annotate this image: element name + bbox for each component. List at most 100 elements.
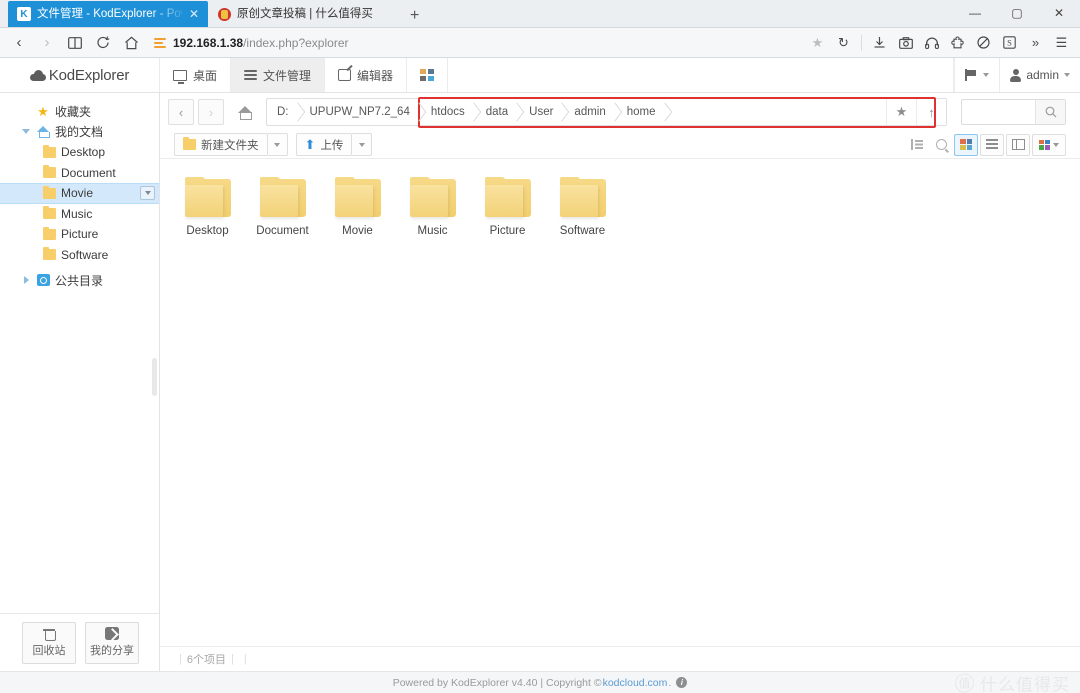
- new-folder-dropdown[interactable]: [267, 133, 288, 156]
- chevron-down-icon[interactable]: [18, 129, 34, 135]
- extension-icon[interactable]: [945, 31, 970, 55]
- folder-icon: [184, 177, 231, 217]
- breadcrumb-item-htdocs[interactable]: htdocs: [419, 99, 474, 125]
- upload-dropdown[interactable]: [352, 133, 373, 156]
- nav-editor-label: 编辑器: [357, 68, 394, 83]
- file-item[interactable]: Software: [545, 173, 620, 259]
- search-box[interactable]: [961, 99, 1066, 125]
- minimize-button[interactable]: —: [954, 0, 996, 27]
- folder-tree: ★ 收藏夹 我的文档 Desktop Document Movie Music …: [0, 93, 159, 613]
- my-shares-button[interactable]: 我的分享: [85, 621, 139, 664]
- address-bar[interactable]: 192.168.1.38/index.php?explorer: [146, 31, 803, 55]
- nav-file-manager[interactable]: 文件管理: [231, 58, 326, 92]
- search-icon[interactable]: [1035, 100, 1065, 124]
- status-bar: | 6个项目 | |: [160, 646, 1080, 671]
- favorite-icon[interactable]: ★: [886, 99, 916, 125]
- info-icon[interactable]: i: [676, 677, 688, 688]
- user-menu[interactable]: admin: [999, 58, 1080, 92]
- nav-desktop[interactable]: 桌面: [160, 58, 232, 92]
- browser-toolbar-icons: ★ ↻ S » ☰: [805, 31, 1074, 55]
- nav-home-button[interactable]: [228, 99, 262, 125]
- file-name: Desktop: [186, 225, 229, 237]
- chevron-down-icon: [983, 73, 990, 77]
- home-icon[interactable]: [118, 31, 144, 55]
- flag-icon: [965, 69, 978, 81]
- new-folder-button[interactable]: 新建文件夹: [174, 133, 268, 156]
- sidebar-item-public-dir[interactable]: 公共目录: [0, 270, 159, 291]
- nav-back-button[interactable]: ‹: [168, 99, 194, 125]
- sidebar-item-music[interactable]: Music: [0, 204, 159, 225]
- share-icon: [105, 627, 119, 640]
- zoom-icon[interactable]: [930, 134, 952, 155]
- s-badge-icon[interactable]: S: [997, 31, 1022, 55]
- bookmarks-icon[interactable]: [62, 31, 88, 55]
- file-item[interactable]: Music: [395, 173, 470, 259]
- sidebar-item-document[interactable]: Document: [0, 163, 159, 184]
- chevron-down-icon: [358, 142, 365, 147]
- back-icon[interactable]: ‹: [6, 31, 32, 55]
- file-item[interactable]: Document: [245, 173, 320, 259]
- kod-header: KodExplorer 桌面 文件管理 编辑器 admin: [0, 58, 1080, 93]
- svg-text:S: S: [1007, 38, 1012, 48]
- column-view-icon[interactable]: [1006, 133, 1030, 156]
- watermark-mark: 值: [955, 673, 974, 692]
- download-icon[interactable]: [867, 31, 892, 55]
- kod-logo[interactable]: KodExplorer: [0, 58, 160, 92]
- upload-label: 上传: [320, 139, 344, 152]
- new-folder-label: 新建文件夹: [201, 139, 259, 152]
- theme-icon[interactable]: [1032, 133, 1066, 156]
- nav-forward-button[interactable]: ›: [198, 99, 224, 125]
- window-controls: — ▢ ✕: [954, 0, 1080, 27]
- privacy-icon[interactable]: [971, 31, 996, 55]
- kodcloud-link[interactable]: kodcloud.com: [603, 677, 668, 689]
- reload-icon[interactable]: ↻: [831, 31, 856, 55]
- breadcrumb-item-drive[interactable]: D:: [267, 99, 298, 125]
- sidebar-item-desktop[interactable]: Desktop: [0, 142, 159, 163]
- main-panel: ‹ › D: UPUPW_NP7.2_64 htdocs data User a…: [160, 93, 1080, 671]
- sidebar: ★ 收藏夹 我的文档 Desktop Document Movie Music …: [0, 93, 160, 671]
- thumbnail-view-icon[interactable]: [954, 133, 978, 156]
- file-list[interactable]: Desktop Document Movie Music Picture Sof…: [160, 159, 1080, 646]
- upload-button[interactable]: ⬆ 上传: [295, 133, 353, 156]
- browser-tab-inactive[interactable]: 原创文章投稿 | 什么值得买: [208, 1, 398, 27]
- star-icon[interactable]: ★: [805, 31, 830, 55]
- menu-icon[interactable]: ☰: [1049, 31, 1074, 55]
- sidebar-item-software[interactable]: Software: [0, 245, 159, 266]
- sidebar-item-my-documents[interactable]: 我的文档: [0, 122, 159, 143]
- new-tab-button[interactable]: +: [398, 8, 431, 27]
- chevron-right-icon[interactable]: [18, 276, 34, 285]
- file-name: Software: [559, 225, 606, 237]
- forward-icon[interactable]: ›: [34, 31, 60, 55]
- maximize-button[interactable]: ▢: [996, 0, 1038, 27]
- list-view-icon[interactable]: [980, 133, 1004, 156]
- sidebar-scrollbar[interactable]: [152, 358, 157, 396]
- sidebar-footer: 回收站 我的分享: [0, 613, 159, 671]
- file-item[interactable]: Picture: [470, 173, 545, 259]
- overflow-icon[interactable]: »: [1023, 31, 1048, 55]
- browser-tab-active[interactable]: K 文件管理 - KodExplorer - Powered by ✕: [8, 1, 208, 27]
- breadcrumb-item-upupw[interactable]: UPUPW_NP7.2_64: [298, 99, 419, 125]
- sidebar-item-picture[interactable]: Picture: [0, 224, 159, 245]
- sort-icon[interactable]: [906, 134, 928, 155]
- nav-apps[interactable]: [407, 58, 449, 92]
- path-bar: ‹ › D: UPUPW_NP7.2_64 htdocs data User a…: [160, 93, 1080, 131]
- language-selector[interactable]: [954, 58, 999, 92]
- go-up-icon[interactable]: ↑: [916, 99, 946, 125]
- file-toolbar: 新建文件夹 ⬆ 上传: [160, 131, 1080, 159]
- sidebar-item-favorites[interactable]: ★ 收藏夹: [0, 101, 159, 122]
- search-input[interactable]: [962, 100, 1035, 124]
- close-icon[interactable]: ✕: [188, 7, 200, 21]
- close-window-button[interactable]: ✕: [1038, 0, 1080, 27]
- browser-titlebar: K 文件管理 - KodExplorer - Powered by ✕ 原创文章…: [0, 0, 1080, 28]
- file-item[interactable]: Movie: [320, 173, 395, 259]
- history-icon[interactable]: [90, 31, 116, 55]
- row-context-menu-button[interactable]: [140, 186, 155, 201]
- breadcrumb-item-admin[interactable]: admin: [562, 99, 614, 125]
- nav-editor[interactable]: 编辑器: [325, 58, 408, 92]
- blue-disk-icon: [34, 274, 52, 287]
- screenshot-icon[interactable]: [893, 31, 918, 55]
- file-item[interactable]: Desktop: [170, 173, 245, 259]
- sidebar-item-movie[interactable]: Movie: [0, 183, 159, 204]
- recycle-bin-button[interactable]: 回收站: [22, 621, 76, 664]
- headphone-icon[interactable]: [919, 31, 944, 55]
